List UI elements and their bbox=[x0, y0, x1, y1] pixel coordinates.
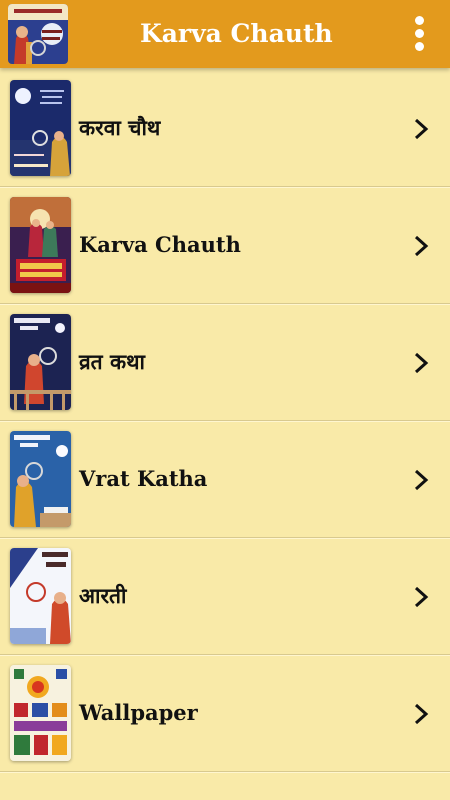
chevron-right-icon bbox=[410, 702, 432, 726]
item-label: Vrat Katha bbox=[79, 466, 208, 491]
item-label: Karva Chauth bbox=[79, 232, 241, 257]
list-item-vrat-katha-hindi[interactable]: व्रत कथा bbox=[0, 304, 450, 421]
more-vert-icon[interactable] bbox=[404, 14, 436, 54]
list-item-karva-chauth[interactable]: Karva Chauth bbox=[0, 187, 450, 304]
list-item-karva-chauth-hindi[interactable]: करवा चौथ bbox=[0, 70, 450, 187]
list-item-aarti[interactable]: आरती bbox=[0, 538, 450, 655]
app-bar: Karva Chauth bbox=[0, 0, 450, 68]
chevron-right-icon bbox=[410, 585, 432, 609]
woman-sieve-white-thumbnail bbox=[10, 548, 71, 644]
item-label: व्रत कथा bbox=[79, 349, 145, 374]
chevron-right-icon bbox=[410, 234, 432, 258]
list-item-wallpaper[interactable]: Wallpaper bbox=[0, 655, 450, 772]
chevron-right-icon bbox=[410, 117, 432, 141]
couple-happy-karva-chauth-thumbnail bbox=[10, 197, 71, 293]
item-label: Wallpaper bbox=[79, 700, 198, 725]
woman-sieve-moon-blue-thumbnail bbox=[10, 431, 71, 527]
festive-wallpaper-collage-thumbnail bbox=[10, 665, 71, 761]
app-title: Karva Chauth bbox=[140, 19, 333, 48]
item-label: करवा चौथ bbox=[79, 115, 161, 140]
chevron-right-icon bbox=[410, 351, 432, 375]
item-label: आरती bbox=[79, 583, 127, 608]
moon-sieve-night-thumbnail bbox=[10, 80, 71, 176]
app-logo-icon bbox=[8, 4, 68, 64]
menu-list: करवा चौथ Karva Chauth व्रत कथा Vrat Kath… bbox=[0, 70, 450, 772]
chevron-right-icon bbox=[410, 468, 432, 492]
list-item-vrat-katha[interactable]: Vrat Katha bbox=[0, 421, 450, 538]
woman-sieve-balcony-thumbnail bbox=[10, 314, 71, 410]
